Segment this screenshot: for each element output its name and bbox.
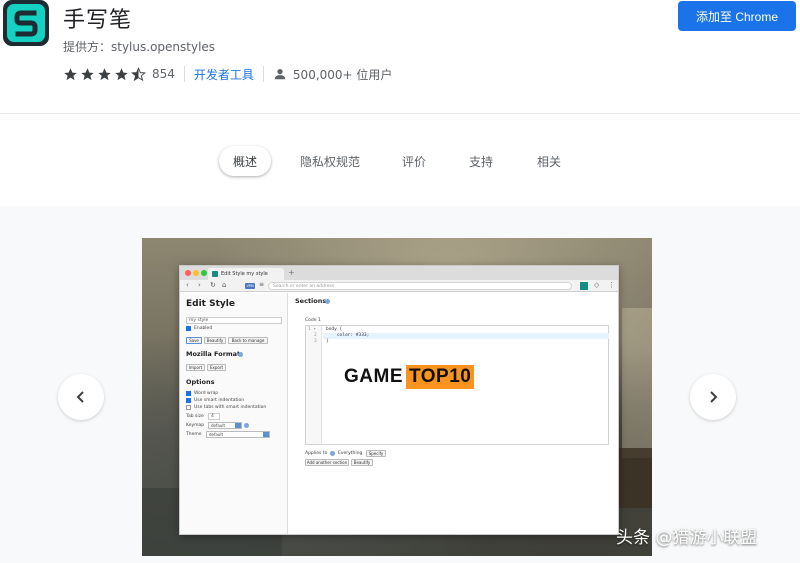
star-half-icon <box>131 66 146 81</box>
line-number: 3 <box>314 339 317 344</box>
editor-main: Sections Code 1 1 ▾ 2 3 body { color: #3… <box>289 293 618 534</box>
source-credit: 头条 @猎游小联盟 <box>616 528 758 548</box>
star-full-icon <box>81 67 94 80</box>
carousel-prev-button[interactable] <box>58 374 104 420</box>
extension-provider[interactable]: 提供方：stylus.openstyles <box>63 38 215 55</box>
code-line: color: #333; <box>326 333 370 338</box>
speed-dial-icon: ≡ <box>259 281 265 288</box>
stylus-logo <box>3 0 49 46</box>
minimize-dot-icon <box>193 270 199 276</box>
address-bar: Search or enter an address <box>268 282 572 290</box>
tab-related[interactable]: 相关 <box>529 146 569 176</box>
keymap-label: Keymap <box>186 423 205 428</box>
save-button: Save <box>186 337 202 344</box>
user-count: 500,000+ 位用户 <box>292 67 393 82</box>
mozilla-format-heading: Mozilla Format <box>186 350 241 358</box>
chevron-right-icon <box>710 391 718 403</box>
chevron-left-icon <box>76 391 84 403</box>
meta-divider <box>262 66 264 82</box>
category-link[interactable]: 开发者工具 <box>194 66 254 83</box>
window-titlebar: Edit Style my style + <box>180 266 618 280</box>
tab-support[interactable]: 支持 <box>461 146 501 176</box>
stylus-toolbar-icon <box>580 282 588 290</box>
browser-toolbar: ‹ › ↻ ⌂ VPN ≡ Search or enter an address… <box>180 280 618 292</box>
tab-size-label: Tab size <box>186 414 204 419</box>
help-icon <box>238 352 243 357</box>
extension-meta: 854 开发者工具 500,000+ 位用户 <box>63 64 392 84</box>
beautify-button: Beautify <box>351 459 373 466</box>
watermark-logo: GAME TOP10 <box>344 365 475 389</box>
close-dot-icon <box>185 270 191 276</box>
code-line: } <box>326 339 329 344</box>
sections-heading: Sections <box>295 297 327 305</box>
star-full-icon <box>98 67 111 80</box>
applies-to-value: Everything <box>338 451 363 456</box>
editor-browser-window: Edit Style my style + ‹ › ↻ ⌂ VPN ≡ Sear… <box>179 265 619 535</box>
painting-detail <box>622 308 652 458</box>
detail-tabs: 概述 隐私权规范 评价 支持 相关 <box>0 146 800 176</box>
editor-title: Edit Style <box>186 299 235 309</box>
option-label: Use smart indentation <box>194 398 245 403</box>
back-to-manage-button: Back to manage <box>228 337 268 344</box>
theme-select: default <box>206 431 270 438</box>
export-button: Export <box>207 364 226 371</box>
header-divider <box>0 113 800 114</box>
vpn-badge: VPN <box>245 283 255 289</box>
line-number: 1 ▾ <box>308 327 317 332</box>
tabs-indent-checkbox <box>186 405 191 410</box>
home-icon: ⌂ <box>222 281 227 289</box>
carousel-next-button[interactable] <box>690 374 736 420</box>
new-tab-icon: + <box>288 268 295 277</box>
maximize-dot-icon <box>201 270 207 276</box>
code-line: body { <box>326 327 343 332</box>
tab-favicon <box>212 271 218 277</box>
options-heading: Options <box>186 378 215 386</box>
code-label: Code 1 <box>305 318 321 323</box>
add-section-button: Add another section <box>305 459 349 466</box>
help-icon <box>244 423 249 428</box>
star-full-icon <box>115 67 128 80</box>
applies-to-label: Applies to <box>305 451 328 456</box>
reload-icon: ↻ <box>210 281 216 289</box>
specify-button: Specify <box>366 450 386 457</box>
tab-size-input: 4 <box>208 413 220 420</box>
meta-divider <box>183 66 185 82</box>
star-full-icon <box>64 67 77 80</box>
enabled-checkbox <box>186 326 191 331</box>
theme-label: Theme <box>186 432 202 437</box>
rating-stars[interactable] <box>63 66 146 82</box>
word-wrap-checkbox <box>186 391 191 396</box>
browser-tab: Edit Style my style <box>208 268 284 280</box>
line-number: 2 <box>314 333 317 338</box>
editor-sidebar: Edit Style my style Enabled Save Beautif… <box>180 293 288 534</box>
keymap-select: default <box>208 422 242 429</box>
forward-icon: › <box>198 281 201 289</box>
extension-icon: ◇ <box>594 281 600 289</box>
help-icon <box>325 299 330 304</box>
extension-header: 手写笔 提供方：stylus.openstyles 854 开发者工具 500,… <box>0 0 800 112</box>
tab-overview[interactable]: 概述 <box>219 146 271 176</box>
back-icon: ‹ <box>186 281 189 289</box>
user-icon <box>274 69 286 80</box>
help-icon <box>330 451 335 456</box>
beautify-button: Beautify <box>204 337 226 344</box>
tab-reviews[interactable]: 评价 <box>394 146 434 176</box>
add-to-chrome-button[interactable]: 添加至 Chrome <box>678 1 796 31</box>
smart-indent-checkbox <box>186 398 191 403</box>
rating-count[interactable]: 854 <box>152 67 175 81</box>
tab-privacy[interactable]: 隐私权规范 <box>294 146 366 176</box>
option-label: Use tabs with smart indentation <box>194 405 267 410</box>
import-button: Import <box>186 364 205 371</box>
menu-icon: ⋮ <box>608 281 615 289</box>
extension-title: 手写笔 <box>63 8 133 33</box>
option-label: Word wrap <box>194 391 219 396</box>
style-name-input: my style <box>186 317 282 324</box>
enabled-label: Enabled <box>194 326 213 331</box>
stylus-s-icon <box>14 10 38 37</box>
